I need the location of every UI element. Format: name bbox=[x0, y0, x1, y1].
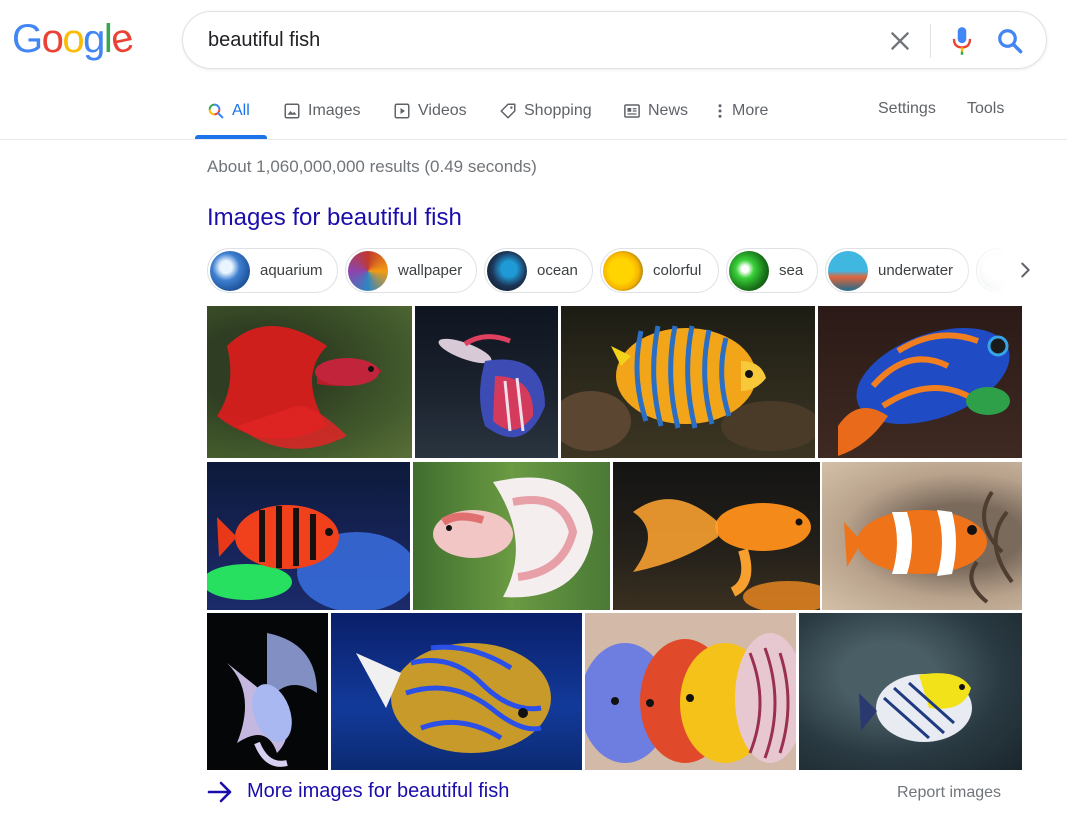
tag-icon bbox=[500, 103, 516, 119]
chip-thumbnail bbox=[729, 250, 769, 291]
tab-label: Images bbox=[308, 102, 361, 119]
result-stats: About 1,060,000,000 results (0.49 second… bbox=[207, 157, 537, 176]
image-result[interactable] bbox=[818, 306, 1022, 458]
tab-news[interactable]: News bbox=[623, 100, 688, 122]
fish-image bbox=[207, 505, 410, 610]
logo-letter: o bbox=[41, 17, 64, 61]
logo-letter: o bbox=[62, 17, 84, 61]
image-result[interactable] bbox=[207, 462, 410, 610]
chip-sea[interactable]: sea bbox=[726, 248, 818, 293]
fish-image bbox=[633, 499, 820, 610]
play-icon bbox=[394, 103, 410, 119]
image-result[interactable] bbox=[585, 613, 796, 770]
related-search-chips: aquarium wallpaper ocean colorful sea un… bbox=[207, 248, 1027, 294]
chip-underwater[interactable]: underwater bbox=[825, 248, 969, 293]
fish-image bbox=[217, 326, 382, 449]
report-images-link[interactable]: Report images bbox=[897, 784, 1001, 802]
search-box[interactable] bbox=[182, 11, 1047, 69]
active-tab-indicator bbox=[195, 135, 267, 139]
image-result[interactable] bbox=[331, 613, 582, 770]
chip-label: colorful bbox=[653, 262, 702, 279]
tab-all[interactable]: All bbox=[207, 100, 250, 122]
newspaper-icon bbox=[624, 104, 640, 118]
image-result[interactable] bbox=[413, 462, 610, 610]
tab-label: Shopping bbox=[524, 102, 592, 119]
image-result[interactable] bbox=[822, 462, 1022, 610]
chip-ocean[interactable]: ocean bbox=[484, 248, 593, 293]
fish-image bbox=[838, 327, 1010, 456]
fish-image bbox=[859, 673, 972, 742]
image-result[interactable] bbox=[207, 613, 328, 770]
fish-image bbox=[438, 334, 545, 438]
google-logo[interactable]: Google bbox=[12, 15, 136, 62]
chip-label: ocean bbox=[537, 262, 578, 279]
tab-more[interactable]: More bbox=[716, 100, 768, 122]
tab-images[interactable]: Images bbox=[283, 100, 360, 122]
image-result[interactable] bbox=[613, 462, 820, 610]
tab-label: Videos bbox=[418, 102, 467, 119]
image-icon bbox=[284, 103, 300, 119]
chip-thumbnail bbox=[487, 250, 527, 291]
search-tabs: All Images Videos Shopping News More Set… bbox=[0, 90, 1067, 140]
search-box-divider bbox=[930, 24, 931, 58]
settings-link[interactable]: Settings bbox=[878, 100, 936, 118]
chip-label: aquarium bbox=[260, 262, 323, 279]
chip-thumbnail bbox=[828, 250, 868, 291]
chip-aquarium[interactable]: aquarium bbox=[207, 248, 338, 293]
fish-image bbox=[433, 477, 593, 598]
image-result[interactable] bbox=[207, 306, 412, 458]
tab-videos[interactable]: Videos bbox=[393, 100, 467, 122]
tab-label: More bbox=[732, 102, 769, 119]
fish-image bbox=[227, 633, 317, 767]
chip-colorful[interactable]: colorful bbox=[600, 248, 719, 293]
chip-wallpaper[interactable]: wallpaper bbox=[345, 248, 477, 293]
logo-letter: e bbox=[106, 15, 137, 63]
more-images-link[interactable]: More images for beautiful fish bbox=[207, 780, 509, 803]
fish-image bbox=[585, 633, 796, 763]
chip-label: sea bbox=[779, 262, 804, 279]
search-input[interactable] bbox=[208, 12, 848, 68]
chip-thumbnail bbox=[348, 250, 388, 291]
logo-letter: g bbox=[83, 17, 105, 61]
chip-label: wallpaper bbox=[398, 262, 463, 279]
more-images-label: More images for beautiful fish bbox=[247, 780, 510, 802]
fish-image bbox=[561, 325, 815, 451]
search-icon bbox=[208, 103, 224, 119]
tab-label: News bbox=[648, 102, 689, 119]
microphone-icon[interactable] bbox=[949, 25, 975, 57]
fish-image bbox=[844, 490, 1014, 604]
fish-image bbox=[356, 643, 551, 753]
more-vertical-icon bbox=[718, 104, 722, 118]
image-result[interactable] bbox=[415, 306, 558, 458]
tab-shopping[interactable]: Shopping bbox=[499, 100, 592, 122]
tab-label: All bbox=[232, 102, 250, 119]
tools-link[interactable]: Tools bbox=[967, 100, 1004, 118]
magnifier-icon[interactable] bbox=[995, 26, 1025, 56]
image-result[interactable] bbox=[561, 306, 815, 458]
arrow-right-icon bbox=[207, 781, 232, 802]
close-icon[interactable] bbox=[887, 28, 913, 54]
chip-thumbnail bbox=[210, 250, 250, 291]
chip-label: underwater bbox=[878, 262, 954, 279]
chevron-right-icon[interactable] bbox=[1014, 259, 1036, 281]
images-heading-link[interactable]: Images for beautiful fish bbox=[207, 204, 462, 232]
chip-thumbnail bbox=[603, 250, 643, 291]
logo-letter: G bbox=[12, 17, 43, 61]
image-result[interactable] bbox=[799, 613, 1022, 770]
